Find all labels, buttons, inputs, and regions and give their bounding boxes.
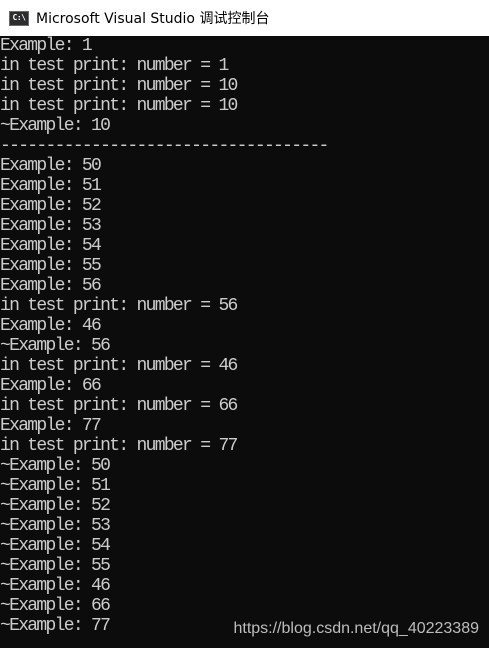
console-line: in test print: number = 46 xyxy=(0,356,238,376)
title-bar[interactable]: C:\ Microsoft Visual Studio 调试控制台 xyxy=(0,0,489,36)
console-line: Example: 77 xyxy=(0,416,102,436)
watermark-url: https://blog.csdn.net/qq_40223389 xyxy=(233,620,479,637)
console-output[interactable]: Example: 1 in test print: number = 1 in … xyxy=(0,36,489,648)
console-line: in test print: number = 56 xyxy=(0,296,238,316)
console-line: ~Example: 51 xyxy=(0,476,111,496)
console-line: Example: 56 xyxy=(0,276,102,296)
console-line: ~Example: 66 xyxy=(0,596,111,616)
console-window: C:\ Microsoft Visual Studio 调试控制台 Exampl… xyxy=(0,0,489,648)
console-line: ~Example: 46 xyxy=(0,576,111,596)
console-line: ~Example: 10 xyxy=(0,116,111,136)
console-line: in test print: number = 66 xyxy=(0,396,238,416)
console-line: in test print: number = 77 xyxy=(0,436,238,456)
console-line: Example: 1 xyxy=(0,36,93,56)
console-line: ~Example: 55 xyxy=(0,556,111,576)
console-line: in test print: number = 10 xyxy=(0,96,238,116)
console-line: ~Example: 54 xyxy=(0,536,111,556)
console-line: Example: 52 xyxy=(0,196,102,216)
console-line: in test print: number = 10 xyxy=(0,76,238,96)
console-line: ~Example: 50 xyxy=(0,456,111,476)
console-app-icon: C:\ xyxy=(9,10,29,26)
console-line: Example: 50 xyxy=(0,156,102,176)
console-line: in test print: number = 1 xyxy=(0,56,229,76)
console-line: ~Example: 53 xyxy=(0,516,111,536)
console-line: Example: 46 xyxy=(0,316,102,336)
console-line: Example: 53 xyxy=(0,216,102,236)
console-line: ~Example: 56 xyxy=(0,336,111,356)
console-line: Example: 51 xyxy=(0,176,102,196)
console-line: ~Example: 52 xyxy=(0,496,111,516)
console-line: Example: 66 xyxy=(0,376,102,396)
console-separator: ------------------------------------ xyxy=(0,136,329,156)
console-line: Example: 54 xyxy=(0,236,102,256)
window-title: Microsoft Visual Studio 调试控制台 xyxy=(36,11,270,27)
console-line: Example: 55 xyxy=(0,256,102,276)
